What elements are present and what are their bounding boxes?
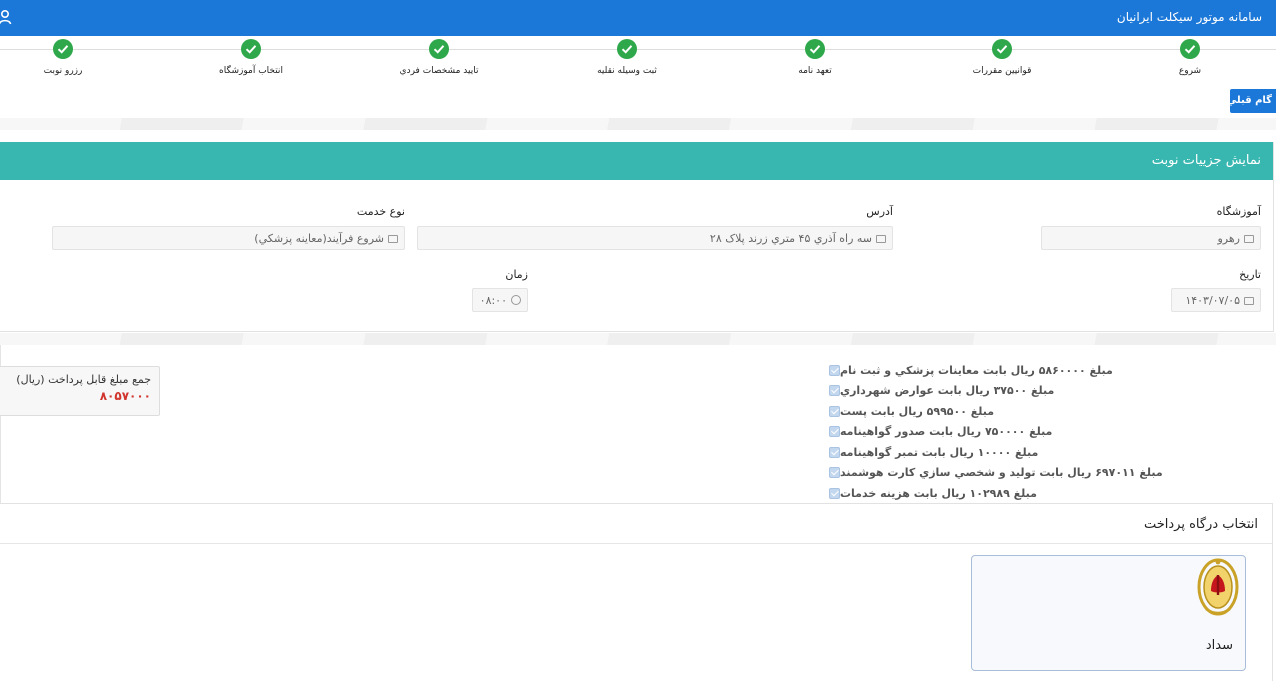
fee-checkbox[interactable] — [829, 385, 840, 397]
fee-item: مبلغ ۱۰۲۹۸۹ ريال بابت هزينه خدمات — [824, 483, 1244, 504]
date-value: ۱۴۰۳/۰۷/۰۵ — [1185, 294, 1240, 307]
fee-list: مبلغ ۵۸۶۰۰۰۰ ريال بابت معاينات پزشکي و ث… — [824, 360, 1244, 504]
app-title: سامانه موتور سيکلت ايرانيان — [1116, 10, 1262, 24]
date-field: ۱۴۰۳/۰۷/۰۵ — [1171, 288, 1261, 312]
gateway-title: انتخاب درگاه پرداخت — [0, 504, 1272, 544]
progress-steps: شروع قوانيين مقررات تعهد نامه ثبت وسيله … — [0, 36, 1276, 86]
time-value: ۰۸:۰۰ — [479, 294, 507, 307]
fee-checkbox[interactable] — [829, 446, 840, 458]
sadad-gateway-option[interactable]: سداد — [971, 555, 1246, 671]
step-label: تاييد مشخصات فردي — [399, 66, 479, 76]
app-header: سامانه موتور سيکلت ايرانيان — [0, 0, 1276, 36]
step-start: شروع — [1110, 39, 1270, 76]
step-label: ثبت وسيله نقليه — [597, 66, 657, 76]
address-card-icon — [876, 235, 886, 243]
total-amount-box: جمع مبلغ قابل پرداخت (ريال) ۸۰۵۷۰۰۰ — [0, 366, 160, 416]
list-icon — [388, 235, 398, 243]
time-label: زمان — [505, 268, 528, 281]
step-rules: قوانيين مقررات — [922, 39, 1082, 76]
step-label: شروع — [1178, 66, 1202, 76]
section-divider — [0, 333, 1276, 345]
user-icon[interactable] — [0, 9, 12, 25]
bank-melli-logo-icon — [1197, 558, 1239, 616]
step-school: انتخاب آموزشگاه — [171, 39, 331, 76]
time-field: ۰۸:۰۰ — [472, 288, 528, 312]
total-value: ۸۰۵۷۰۰۰ — [99, 389, 151, 403]
step-label: انتخاب آموزشگاه — [219, 66, 283, 76]
address-label: آدرس — [866, 205, 893, 218]
clock-icon — [511, 295, 521, 305]
address-field: سه راه آذري ۴۵ متري زرند پلاک ۲۸ — [417, 226, 893, 250]
calendar-icon — [1244, 297, 1254, 305]
check-icon — [241, 39, 261, 59]
check-icon — [805, 39, 825, 59]
check-icon — [1180, 39, 1200, 59]
service-type-value: شروع فرآيند(معاينه پزشکي) — [254, 232, 384, 245]
section-divider — [0, 118, 1276, 130]
fee-item: مبلغ ۵۸۶۰۰۰۰ ريال بابت معاينات پزشکي و ث… — [824, 360, 1244, 381]
address-value: سه راه آذري ۴۵ متري زرند پلاک ۲۸ — [709, 232, 872, 245]
check-icon — [992, 39, 1012, 59]
school-field: رهرو — [1041, 226, 1261, 250]
fee-item: مبلغ ۶۹۷۰۱۱ ريال بابت توليد و شخصي سازي … — [824, 463, 1244, 484]
previous-step-button[interactable]: گام قبلي — [1230, 89, 1276, 113]
fee-checkbox[interactable] — [829, 426, 840, 438]
check-icon — [617, 39, 637, 59]
service-type-field: شروع فرآيند(معاينه پزشکي) — [52, 226, 405, 250]
step-label: قوانيين مقررات — [972, 66, 1032, 76]
details-title: نمايش جزييات نوبت — [0, 142, 1273, 180]
fee-item: مبلغ ۵۹۹۵۰۰ ريال بابت پست — [824, 401, 1244, 422]
fee-item: مبلغ ۱۰۰۰۰ ريال بابت تمبر گواهينامه — [824, 442, 1244, 463]
fee-checkbox[interactable] — [829, 364, 840, 376]
check-icon — [53, 39, 73, 59]
fee-checkbox[interactable] — [829, 405, 840, 417]
step-personal-info: تاييد مشخصات فردي — [359, 39, 519, 76]
check-icon — [429, 39, 449, 59]
step-label: رزرو نوبت — [43, 66, 83, 76]
date-label: تاريخ — [1239, 268, 1261, 281]
appointment-details-panel: نمايش جزييات نوبت آموزشگاه رهرو آدرس سه … — [0, 142, 1274, 332]
step-vehicle: ثبت وسيله نقليه — [547, 39, 707, 76]
fee-item: مبلغ ۳۷۵۰۰ ريال بابت عوارض شهرداري — [824, 381, 1244, 402]
school-label: آموزشگاه — [1216, 205, 1261, 218]
fee-item: مبلغ ۷۵۰۰۰۰ ريال بابت صدور گواهينامه — [824, 422, 1244, 443]
bank-name: سداد — [1205, 638, 1233, 653]
fee-checkbox[interactable] — [829, 467, 840, 479]
step-label: تعهد نامه — [798, 66, 832, 76]
camera-icon — [1244, 235, 1254, 243]
service-type-label: نوع خدمت — [356, 205, 405, 218]
total-label: جمع مبلغ قابل پرداخت (ريال) — [16, 373, 151, 386]
fee-checkbox[interactable] — [829, 487, 840, 499]
step-commitment: تعهد نامه — [735, 39, 895, 76]
step-reservation: رزرو نوبت — [0, 39, 143, 76]
school-value: رهرو — [1217, 232, 1241, 245]
